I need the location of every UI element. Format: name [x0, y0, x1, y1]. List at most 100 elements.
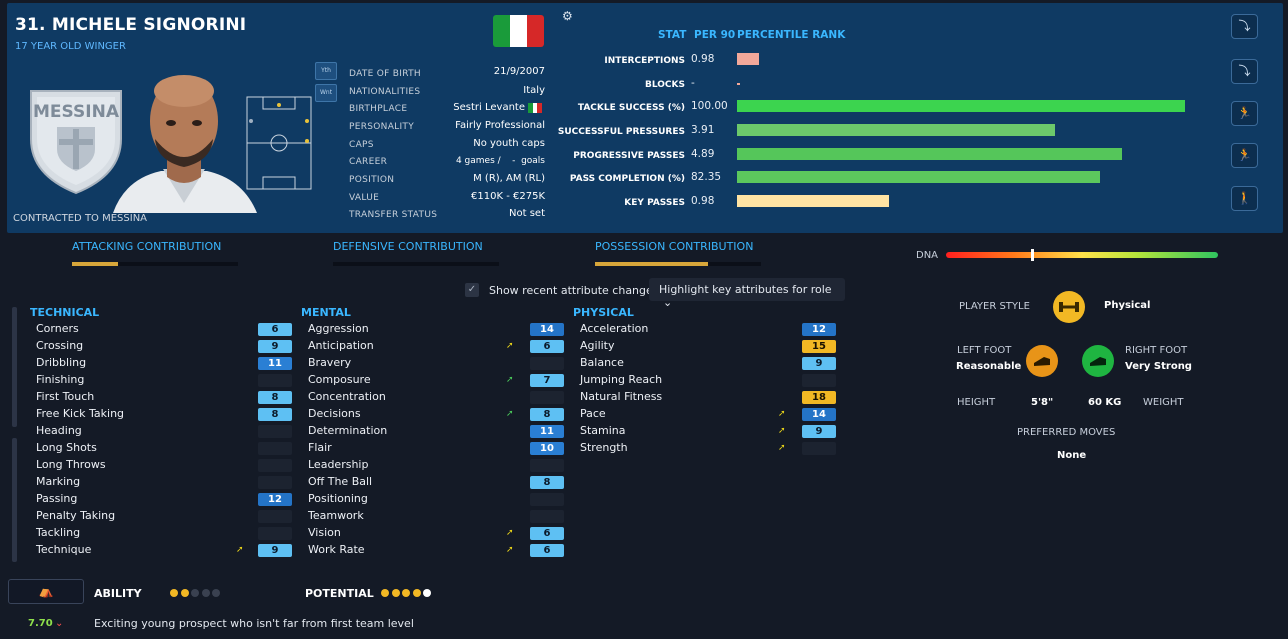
attribute-name[interactable]: Stamina	[580, 424, 626, 437]
attribute-name[interactable]: Decisions	[308, 407, 361, 420]
staff-report-button[interactable]: ⛺	[8, 579, 84, 604]
stat-per90-value: 0.98	[691, 195, 715, 207]
info-label-value: VALUE	[349, 193, 380, 203]
tab-defensive-contribution[interactable]: DEFENSIVE CONTRIBUTION	[333, 240, 483, 253]
player-style-label: PLAYER STYLE	[959, 301, 1030, 312]
attribute-name[interactable]: Acceleration	[580, 322, 648, 335]
preferred-moves-label: PREFERRED MOVES	[1017, 427, 1116, 438]
attribute-name[interactable]: Long Shots	[36, 441, 97, 454]
attribute-name[interactable]: Concentration	[308, 390, 386, 403]
player-photo	[113, 75, 257, 213]
height-label: HEIGHT	[957, 397, 996, 408]
stat-label: PROGRESSIVE PASSES	[573, 151, 685, 161]
attribute-value	[802, 442, 836, 455]
star-dot	[381, 589, 389, 597]
attribute-name[interactable]: Dribbling	[36, 356, 86, 369]
attribute-name[interactable]: Vision	[308, 526, 341, 539]
attribute-value	[530, 459, 564, 472]
dna-gradient-bar	[946, 252, 1218, 258]
attribute-name[interactable]: Free Kick Taking	[36, 407, 124, 420]
attribute-name[interactable]: Pace	[580, 407, 606, 420]
attribute-value	[258, 476, 292, 489]
attribute-name[interactable]: Off The Ball	[308, 475, 372, 488]
attribute-name[interactable]: Leadership	[308, 458, 368, 471]
attribute-name[interactable]: Technique	[36, 543, 91, 556]
attribute-value	[530, 493, 564, 506]
tab-possession-contribution[interactable]: POSSESSION CONTRIBUTION	[595, 240, 753, 253]
stat-percentile-bar	[737, 100, 1185, 112]
attribute-name[interactable]: Determination	[308, 424, 387, 437]
attribute-name[interactable]: Flair	[308, 441, 332, 454]
attribute-name[interactable]: Long Throws	[36, 458, 106, 471]
attribute-value: 9	[802, 357, 836, 370]
recent-changes-label[interactable]: Show recent attribute changes	[489, 284, 659, 297]
star-dot	[412, 589, 421, 597]
attribute-name[interactable]: Corners	[36, 322, 79, 335]
info-value-birthplace[interactable]: Sestri Levante	[453, 102, 525, 113]
slide-tackle-icon[interactable]: ⤵	[1231, 14, 1258, 39]
attribute-name[interactable]: First Touch	[36, 390, 94, 403]
info-label-caps: CAPS	[349, 140, 374, 150]
recent-changes-checkbox[interactable]: ✓	[465, 283, 479, 297]
info-label-transfer-status: TRANSFER STATUS	[349, 210, 438, 220]
attribute-name[interactable]: Penalty Taking	[36, 509, 115, 522]
attribute-name[interactable]: Jumping Reach	[580, 373, 662, 386]
potential-label: POTENTIAL	[305, 587, 374, 600]
youth-tag-button[interactable]: Yth	[315, 62, 337, 80]
attribute-value	[802, 374, 836, 387]
attribute-name[interactable]: Anticipation	[308, 339, 374, 352]
attribute-name[interactable]: Bravery	[308, 356, 351, 369]
stat-label: BLOCKS	[645, 80, 685, 90]
player-style-value: Physical	[1104, 300, 1151, 311]
attribute-value: 8	[258, 391, 292, 404]
attribute-name[interactable]: Composure	[308, 373, 371, 386]
attribute-name[interactable]: Balance	[580, 356, 624, 369]
physical-heading: PHYSICAL	[573, 306, 634, 319]
attribute-name[interactable]: Finishing	[36, 373, 84, 386]
height-value: 5'8"	[1031, 397, 1054, 408]
left-foot-label: LEFT FOOT	[957, 345, 1012, 356]
stat-per90-value: 100.00	[691, 100, 728, 112]
attribute-name[interactable]: Aggression	[308, 322, 369, 335]
highlight-role-dropdown[interactable]: Highlight key attributes for role ⌄	[649, 278, 845, 309]
attribute-name[interactable]: Passing	[36, 492, 77, 505]
nationality-flag-icon	[493, 15, 544, 47]
attribute-name[interactable]: Tackling	[36, 526, 80, 539]
running-alt-icon[interactable]: 🏃	[1231, 143, 1258, 168]
wanted-tag-button[interactable]: Wnt	[315, 84, 337, 102]
stat-percentile-bar	[737, 148, 1123, 160]
info-value-career: 4 games / - goals	[455, 156, 545, 166]
attribute-value	[258, 425, 292, 438]
scroll-indicator	[12, 307, 17, 427]
tab-attacking-contribution[interactable]: ATTACKING CONTRIBUTION	[72, 240, 221, 253]
info-value-transfer-status[interactable]: Not set	[509, 208, 545, 219]
attribute-name[interactable]: Positioning	[308, 492, 368, 505]
slide-tackle-alt-icon[interactable]: ⤵	[1231, 59, 1258, 84]
attribute-value	[258, 527, 292, 540]
info-value-nationalities[interactable]: Italy	[523, 85, 545, 96]
attribute-name[interactable]: Work Rate	[308, 543, 365, 556]
walking-icon[interactable]: 🚶	[1231, 186, 1258, 211]
scout-description: Exciting young prospect who isn't far fr…	[94, 617, 414, 630]
attribute-name[interactable]: Strength	[580, 441, 628, 454]
attribute-name[interactable]: Natural Fitness	[580, 390, 662, 403]
gear-icon[interactable]: ⚙	[562, 9, 573, 23]
attribute-name[interactable]: Marking	[36, 475, 80, 488]
attacking-contribution-fill	[72, 262, 119, 266]
info-value-dob: 21/9/2007	[493, 66, 545, 77]
star-dot	[201, 589, 210, 597]
trend-up-green-icon: ➚	[506, 409, 514, 419]
info-value-value: €110K - €275K	[471, 191, 545, 202]
right-foot-label: RIGHT FOOT	[1125, 345, 1188, 356]
birthplace-flag-icon	[528, 103, 543, 113]
info-value-caps: No youth caps	[473, 138, 545, 149]
attribute-name[interactable]: Heading	[36, 424, 82, 437]
star-dot	[191, 589, 199, 597]
attribute-name[interactable]: Teamwork	[308, 509, 364, 522]
attribute-value: 11	[530, 425, 564, 438]
attribute-name[interactable]: Crossing	[36, 339, 83, 352]
flag-stripe-red	[527, 15, 544, 47]
attribute-value: 7	[530, 374, 564, 387]
running-icon[interactable]: 🏃	[1231, 101, 1258, 126]
attribute-name[interactable]: Agility	[580, 339, 615, 352]
